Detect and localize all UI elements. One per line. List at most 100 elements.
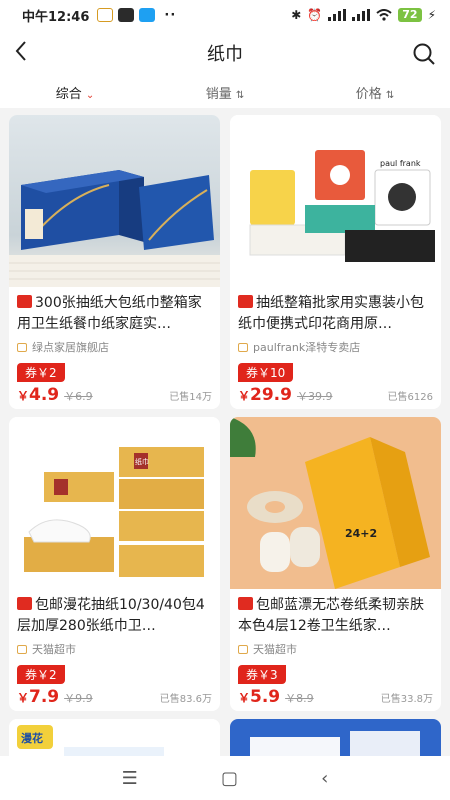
sold-count: 已售6126 — [387, 392, 433, 403]
tissue-box-illustration: 24+2 — [230, 417, 430, 589]
tmall-badge-icon — [17, 295, 32, 308]
price-row: ￥29.9 ￥39.9 已售6126 — [230, 382, 441, 405]
sort-tab-price[interactable]: 价格 ⇅ — [300, 83, 450, 102]
product-title-text: 300张抽纸大包纸巾整箱家用卫生纸餐巾纸家庭实… — [17, 295, 202, 332]
sold-count: 已售14万 — [169, 392, 212, 403]
price-row: ￥4.9 ￥6.9 已售14万 — [9, 382, 220, 405]
product-title[interactable]: 300张抽纸大包纸巾整箱家用卫生纸餐巾纸家庭实… — [9, 287, 220, 337]
alarm-icon: ⏰ — [307, 8, 323, 22]
shop-icon — [238, 342, 248, 352]
search-icon[interactable] — [412, 42, 436, 70]
product-image — [230, 719, 441, 759]
product-title[interactable]: 抽纸整箱批家用实惠装小包纸巾便携式印花商用原… — [230, 287, 441, 337]
price-value: 5.9 — [250, 687, 281, 707]
shop-name[interactable]: 天猫超市 — [9, 639, 220, 659]
product-card[interactable]: 24+2 包邮蓝漂无芯卷纸柔韧亲肤本色4层12卷卫生纸家… 天猫超市 券￥3 ￥… — [230, 417, 441, 711]
coupon-badge: 券￥10 — [238, 363, 294, 382]
product-card-partial[interactable] — [230, 719, 441, 759]
product-image — [9, 115, 220, 287]
sort-bar: 综合 ⌄ 销量 ⇅ 价格 ⇅ — [0, 76, 450, 108]
page-title: 纸巾 — [207, 44, 243, 65]
image-pack-text: 24+2 — [345, 527, 377, 540]
menu-icon[interactable]: ☰ — [122, 768, 138, 789]
product-image: 漫花 — [9, 719, 220, 759]
battery-indicator: 72 — [398, 8, 422, 22]
back-icon[interactable] — [14, 40, 28, 68]
coupon-badge: 券￥2 — [17, 665, 65, 684]
sort-arrows-icon: ⇅ — [235, 89, 245, 101]
price-value: 4.9 — [29, 385, 60, 405]
shop-name[interactable]: 天猫超市 — [230, 639, 441, 659]
status-bar: 中午12:46 ·· ✱ ⏰ 72 ⚡ — [0, 0, 450, 30]
signal-icon — [328, 9, 347, 21]
app-notification-icon — [118, 8, 135, 22]
sort-tab-label: 综合 — [55, 86, 82, 102]
tissue-box-illustration: 纸巾 — [24, 447, 204, 577]
price-row: ￥5.9 ￥8.9 已售33.8万 — [230, 684, 441, 707]
coupon-badge: 券￥2 — [17, 363, 65, 382]
original-price: ￥39.9 — [296, 390, 333, 403]
product-image: 纸巾 — [9, 417, 220, 589]
image-brand-text: paul frank — [380, 159, 421, 168]
shop-icon — [17, 342, 27, 352]
sort-tab-sales[interactable]: 销量 ⇅ — [150, 83, 300, 102]
currency-symbol: ￥ — [238, 691, 251, 705]
sort-arrows-icon: ⇅ — [385, 89, 395, 101]
more-notifications-icon: ·· — [164, 7, 177, 23]
sold-count: 已售83.6万 — [159, 694, 212, 705]
tissue-box-illustration: paul frank — [249, 150, 435, 262]
original-price: ￥6.9 — [64, 390, 93, 403]
price-row: ￥7.9 ￥9.9 已售83.6万 — [9, 684, 220, 707]
weibo-notification-icon — [97, 8, 114, 22]
price-value: 7.9 — [29, 687, 60, 707]
shop-icon — [238, 644, 248, 654]
product-card[interactable]: paul frank 抽纸整箱批家用实惠装小包纸巾便携式印花商用原… paulf… — [230, 115, 441, 409]
system-nav-bar: ☰ ▢ ‹ — [0, 756, 450, 800]
sort-tab-label: 价格 — [355, 86, 382, 102]
home-icon[interactable]: ▢ — [221, 768, 238, 789]
product-title[interactable]: 包邮蓝漂无芯卷纸柔韧亲肤本色4层12卷卫生纸家… — [230, 589, 441, 639]
price-value: 29.9 — [250, 385, 292, 405]
shop-icon — [17, 644, 27, 654]
shop-name[interactable]: 绿点家居旗舰店 — [9, 337, 220, 357]
currency-symbol: ￥ — [17, 389, 30, 403]
shop-name-text: 天猫超市 — [32, 643, 76, 656]
original-price: ￥9.9 — [64, 692, 93, 705]
product-title-text: 抽纸整箱批家用实惠装小包纸巾便携式印花商用原… — [238, 295, 424, 332]
currency-symbol: ￥ — [238, 389, 251, 403]
tmall-badge-icon — [17, 597, 32, 610]
currency-symbol: ￥ — [17, 691, 30, 705]
product-title-text: 包邮蓝漂无芯卷纸柔韧亲肤本色4层12卷卫生纸家… — [238, 597, 424, 634]
back-nav-icon[interactable]: ‹ — [321, 768, 328, 789]
product-title[interactable]: 包邮漫花抽纸10/30/40包4层加厚280张纸巾卫… — [9, 589, 220, 639]
product-image: paul frank — [230, 115, 441, 287]
shop-name-text: 绿点家居旗舰店 — [32, 341, 109, 354]
bluetooth-icon: ✱ — [291, 8, 302, 22]
sort-tab-comprehensive[interactable]: 综合 ⌄ — [0, 83, 150, 102]
product-grid: 300张抽纸大包纸巾整箱家用卫生纸餐巾纸家庭实… 绿点家居旗舰店 券￥2 ￥4.… — [9, 115, 441, 759]
chevron-down-icon: ⌄ — [85, 89, 95, 101]
status-time: 中午12:46 — [22, 9, 90, 25]
signal-icon-2 — [352, 9, 371, 21]
current-price: ￥5.9 — [238, 687, 280, 707]
message-notification-icon — [139, 8, 156, 22]
product-card[interactable]: 纸巾 包邮漫花抽纸10/30/40包4层加厚280张纸巾卫… 天猫超市 券￥2 … — [9, 417, 220, 711]
shop-name-text: paulfrank泽特专卖店 — [253, 341, 361, 354]
product-card[interactable]: 300张抽纸大包纸巾整箱家用卫生纸餐巾纸家庭实… 绿点家居旗舰店 券￥2 ￥4.… — [9, 115, 220, 409]
original-price: ￥8.9 — [285, 692, 314, 705]
sort-tab-label: 销量 — [205, 86, 232, 102]
tmall-badge-icon — [238, 597, 253, 610]
image-logo-text: 漫花 — [21, 731, 43, 745]
product-title-text: 包邮漫花抽纸10/30/40包4层加厚280张纸巾卫… — [17, 597, 205, 634]
current-price: ￥7.9 — [17, 687, 59, 707]
shop-name-text: 天猫超市 — [253, 643, 297, 656]
charging-icon: ⚡ — [427, 8, 436, 22]
product-image: 24+2 — [230, 417, 441, 589]
image-box-text: 纸巾 — [135, 457, 149, 466]
coupon-badge: 券￥3 — [238, 665, 286, 684]
sold-count: 已售33.8万 — [380, 694, 433, 705]
shop-name[interactable]: paulfrank泽特专卖店 — [230, 337, 441, 357]
current-price: ￥4.9 — [17, 385, 59, 405]
product-card-partial[interactable]: 漫花 — [9, 719, 220, 759]
top-header: 纸巾 — [0, 30, 450, 76]
